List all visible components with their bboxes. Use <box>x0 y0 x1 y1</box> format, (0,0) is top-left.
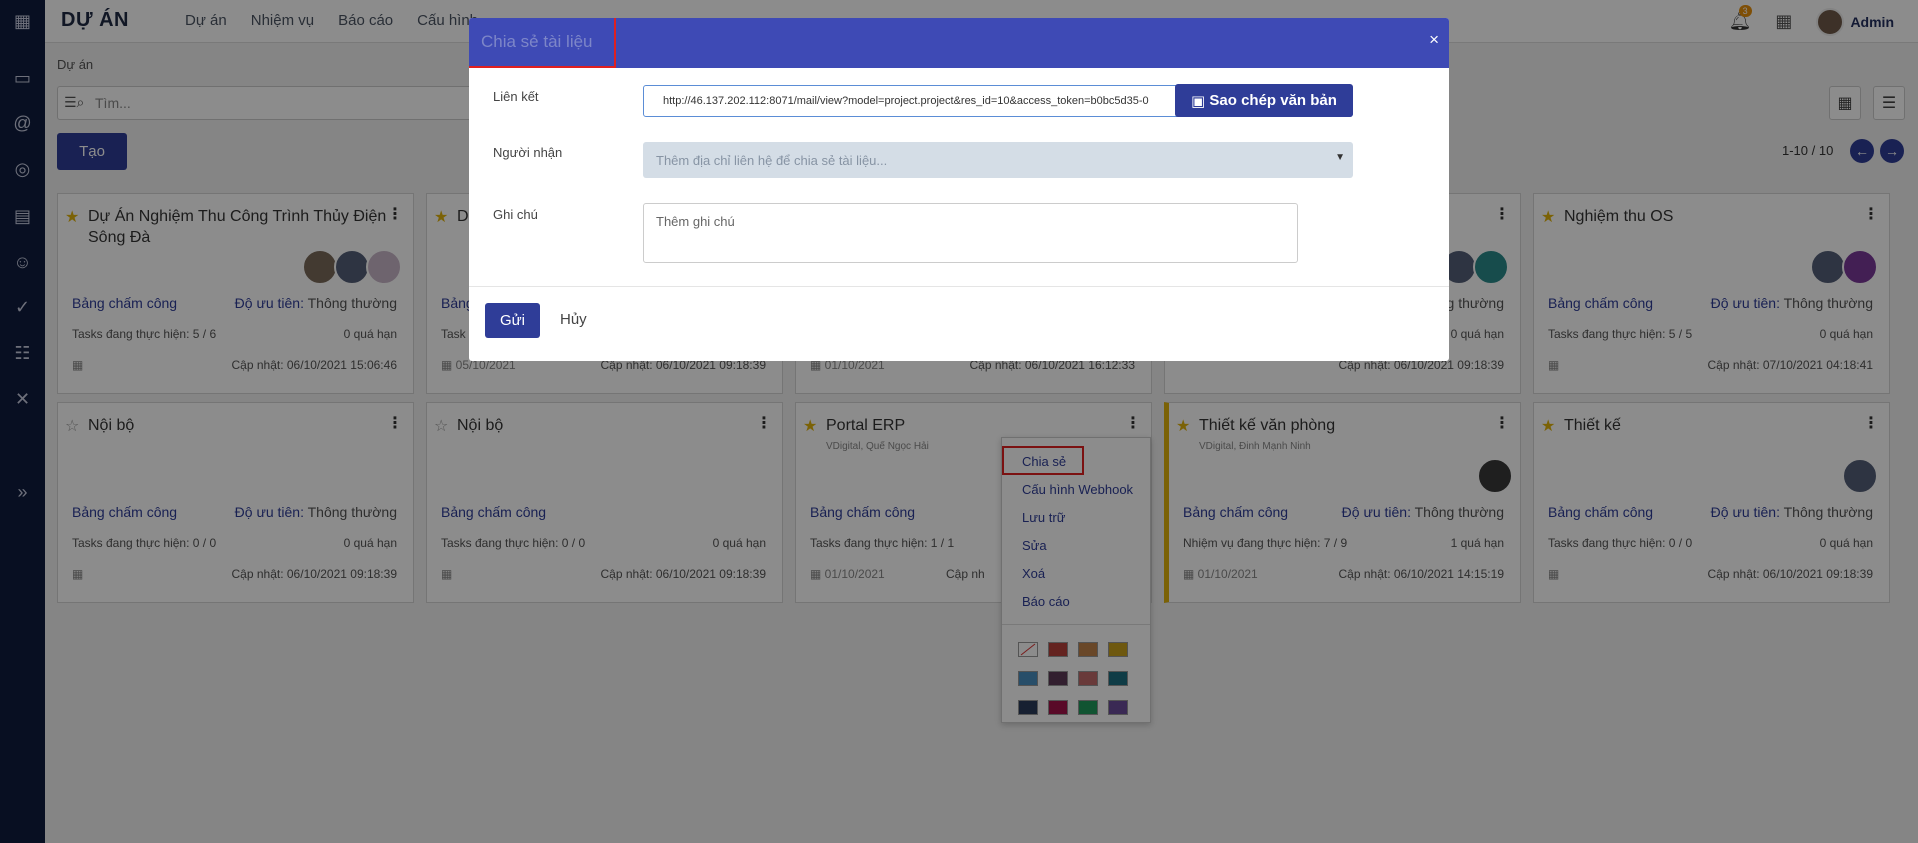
close-icon[interactable]: × <box>1429 30 1439 50</box>
dialog-header: Chia sẻ tài liệu × <box>469 18 1449 68</box>
note-label: Ghi chú <box>493 207 538 222</box>
recipient-label: Người nhận <box>493 145 563 160</box>
send-button[interactable]: Gửi <box>485 303 540 338</box>
divider <box>469 286 1449 287</box>
share-document-dialog: Chia sẻ tài liệu × Liên kết http://46.13… <box>469 18 1449 361</box>
cancel-button[interactable]: Hủy <box>560 311 587 328</box>
chevron-down-icon: ▼ <box>1335 152 1345 163</box>
link-label: Liên kết <box>493 89 539 104</box>
highlight-box <box>469 18 616 68</box>
recipient-select[interactable]: Thêm địa chỉ liên hệ để chia sẻ tài liệu… <box>643 142 1353 178</box>
copy-text-button[interactable]: ▣ Sao chép văn bản <box>1175 84 1353 117</box>
note-textarea[interactable]: Thêm ghi chú <box>643 203 1298 263</box>
